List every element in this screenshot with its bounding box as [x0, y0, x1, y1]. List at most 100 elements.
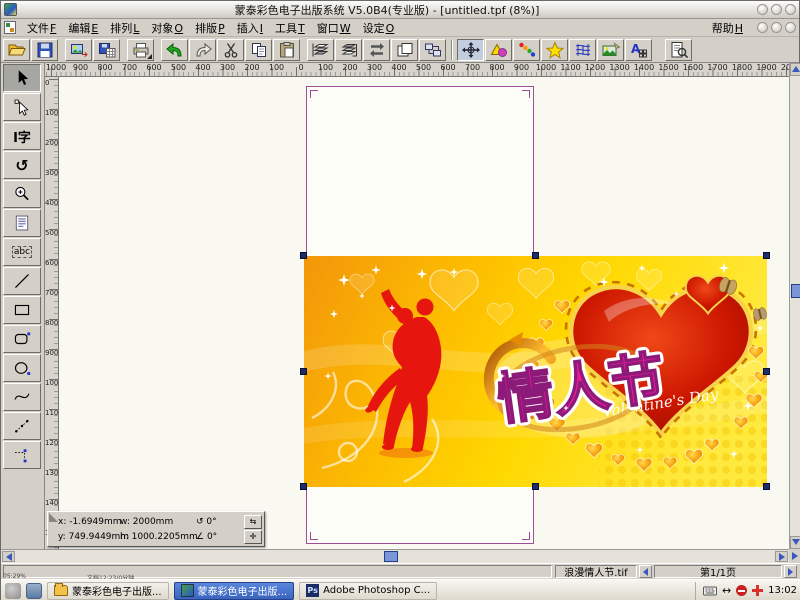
task-button-photoshop[interactable]: PsAdobe Photoshop C... — [299, 582, 437, 600]
text-format-button[interactable]: A — [625, 39, 652, 61]
undo-button[interactable] — [161, 39, 188, 61]
selection-handle-e[interactable] — [763, 368, 770, 375]
open-button[interactable] — [3, 39, 30, 61]
print-dropdown[interactable] — [147, 54, 152, 59]
minimize-button[interactable] — [757, 4, 768, 15]
child-window-controls — [757, 22, 796, 33]
select-tool[interactable] — [3, 64, 41, 92]
valentine-image[interactable]: Valentine's Day 情人节 情人节 — [304, 256, 767, 487]
redo-button[interactable] — [189, 39, 216, 61]
child-restore-button[interactable] — [771, 22, 782, 33]
vertical-scroll-thumb[interactable] — [791, 284, 800, 298]
child-close-button[interactable] — [785, 22, 796, 33]
paragraph-tool[interactable] — [3, 209, 41, 237]
close-button[interactable] — [785, 4, 796, 15]
task-button-montai-app[interactable]: 蒙泰彩色电子出版... — [174, 582, 295, 600]
star-button[interactable] — [541, 39, 568, 61]
rounded-rectangle-tool[interactable] — [3, 325, 41, 353]
paste-button[interactable] — [273, 39, 300, 61]
hruler-label: 1300 — [609, 63, 629, 72]
title-bar[interactable]: 蒙泰彩色电子出版系统 V5.0B4(专业版) - [untitled.tpf (… — [1, 1, 799, 19]
network-icon[interactable]: ↔ — [722, 585, 731, 596]
center-buttons[interactable]: ✛ — [244, 530, 262, 544]
swap-order-button[interactable] — [363, 39, 390, 61]
color-effects-button[interactable] — [513, 39, 540, 61]
rectangle-tool[interactable] — [3, 296, 41, 324]
move-tool-button[interactable] — [457, 39, 484, 61]
info-panel-grip[interactable] — [48, 512, 58, 546]
line-tool[interactable] — [3, 267, 41, 295]
align-buttons[interactable]: ⇆ — [244, 515, 262, 529]
antivirus-icon[interactable] — [736, 585, 747, 596]
ellipse-tool[interactable] — [3, 354, 41, 382]
polyline-tool[interactable] — [3, 412, 41, 440]
selection-handle-nw[interactable] — [300, 252, 307, 259]
node-select-tool[interactable] — [3, 93, 41, 121]
menu-item-9[interactable]: 设定O — [357, 19, 401, 37]
hruler-label: 600 — [440, 63, 455, 72]
cut-button[interactable] — [217, 39, 244, 61]
vruler-label: 300 — [45, 169, 58, 177]
selection-handle-n[interactable] — [532, 252, 539, 259]
send-to-back-button[interactable] — [335, 39, 362, 61]
horizontal-ruler[interactable]: 0010009008007006005004003002001000100200… — [45, 63, 789, 77]
export-image-button[interactable] — [65, 39, 92, 61]
scroll-bottom-button[interactable] — [790, 536, 800, 549]
bring-to-front-button[interactable] — [307, 39, 334, 61]
selection-handle-w[interactable] — [300, 368, 307, 375]
rotate-tool[interactable]: ↺ — [3, 151, 41, 179]
hruler-label: 900 — [514, 63, 529, 72]
horizontal-scrollbar[interactable] — [1, 549, 789, 563]
document-icon[interactable] — [4, 21, 16, 34]
print-preview-button[interactable] — [665, 39, 692, 61]
health-icon[interactable] — [752, 585, 763, 596]
quicklaunch-icon-1[interactable] — [5, 583, 21, 599]
selection-handle-sw[interactable] — [300, 483, 307, 490]
keyboard-icon[interactable] — [703, 586, 717, 596]
page-corner-mark — [522, 90, 530, 98]
text-block-tool[interactable]: abc — [3, 238, 41, 266]
skew-value: ∠ 0° — [196, 532, 236, 542]
selection-handle-s[interactable] — [532, 483, 539, 490]
selection-handle-ne[interactable] — [763, 252, 770, 259]
scroll-right-button[interactable] — [775, 551, 788, 562]
menu-item-1[interactable]: 文件F — [21, 19, 62, 37]
menu-item-8[interactable]: 窗口W — [311, 19, 357, 37]
save-page-button[interactable] — [93, 39, 120, 61]
curve-tool[interactable] — [3, 383, 41, 411]
vertical-ruler[interactable]: 0100200300400500600700800900100011001200… — [45, 77, 59, 549]
mesh-distort-button[interactable] — [569, 39, 596, 61]
menu-item-3[interactable]: 排列L — [104, 19, 145, 37]
maximize-button[interactable] — [771, 4, 782, 15]
scroll-left-button[interactable] — [2, 551, 15, 562]
print-button[interactable] — [127, 39, 154, 61]
menu-item-6[interactable]: 插入I — [231, 19, 269, 37]
insert-image-button[interactable] — [597, 39, 624, 61]
quicklaunch-icon-2[interactable] — [26, 583, 42, 599]
horizontal-scroll-thumb[interactable] — [384, 551, 398, 562]
task-label: Adobe Photoshop C... — [323, 585, 430, 596]
scroll-top-button[interactable] — [790, 63, 800, 76]
child-minimize-button[interactable] — [757, 22, 768, 33]
duplicate-button[interactable] — [391, 39, 418, 61]
menu-help[interactable]: 帮助H — [706, 19, 749, 37]
shapes-button[interactable] — [485, 39, 512, 61]
menu-item-2[interactable]: 编辑E — [62, 19, 104, 37]
object-info-panel[interactable]: x: -1.6949mm w: 2000mm ↺ 0° y: 749.9449m… — [47, 511, 265, 547]
task-button-folder-window[interactable]: 蒙泰彩色电子出版... — [47, 582, 169, 600]
zoom-tool[interactable] — [3, 180, 41, 208]
selection-handle-se[interactable] — [763, 483, 770, 490]
menu-item-4[interactable]: 对象O — [145, 19, 189, 37]
save-button[interactable] — [31, 39, 58, 61]
vertical-scrollbar[interactable] — [789, 63, 800, 549]
canvas[interactable]: Valentine's Day 情人节 情人节 — [59, 77, 789, 549]
scrollbar-corner-button[interactable] — [789, 549, 800, 563]
copy-button[interactable] — [245, 39, 272, 61]
path-tool[interactable] — [3, 441, 41, 469]
group-button[interactable] — [419, 39, 446, 61]
text-tool[interactable]: I字 — [3, 122, 41, 150]
menu-item-5[interactable]: 排版P — [189, 19, 231, 37]
hruler-label: 900 — [73, 63, 88, 72]
hruler-label: 600 — [146, 63, 161, 72]
menu-item-7[interactable]: 工具T — [269, 19, 311, 37]
